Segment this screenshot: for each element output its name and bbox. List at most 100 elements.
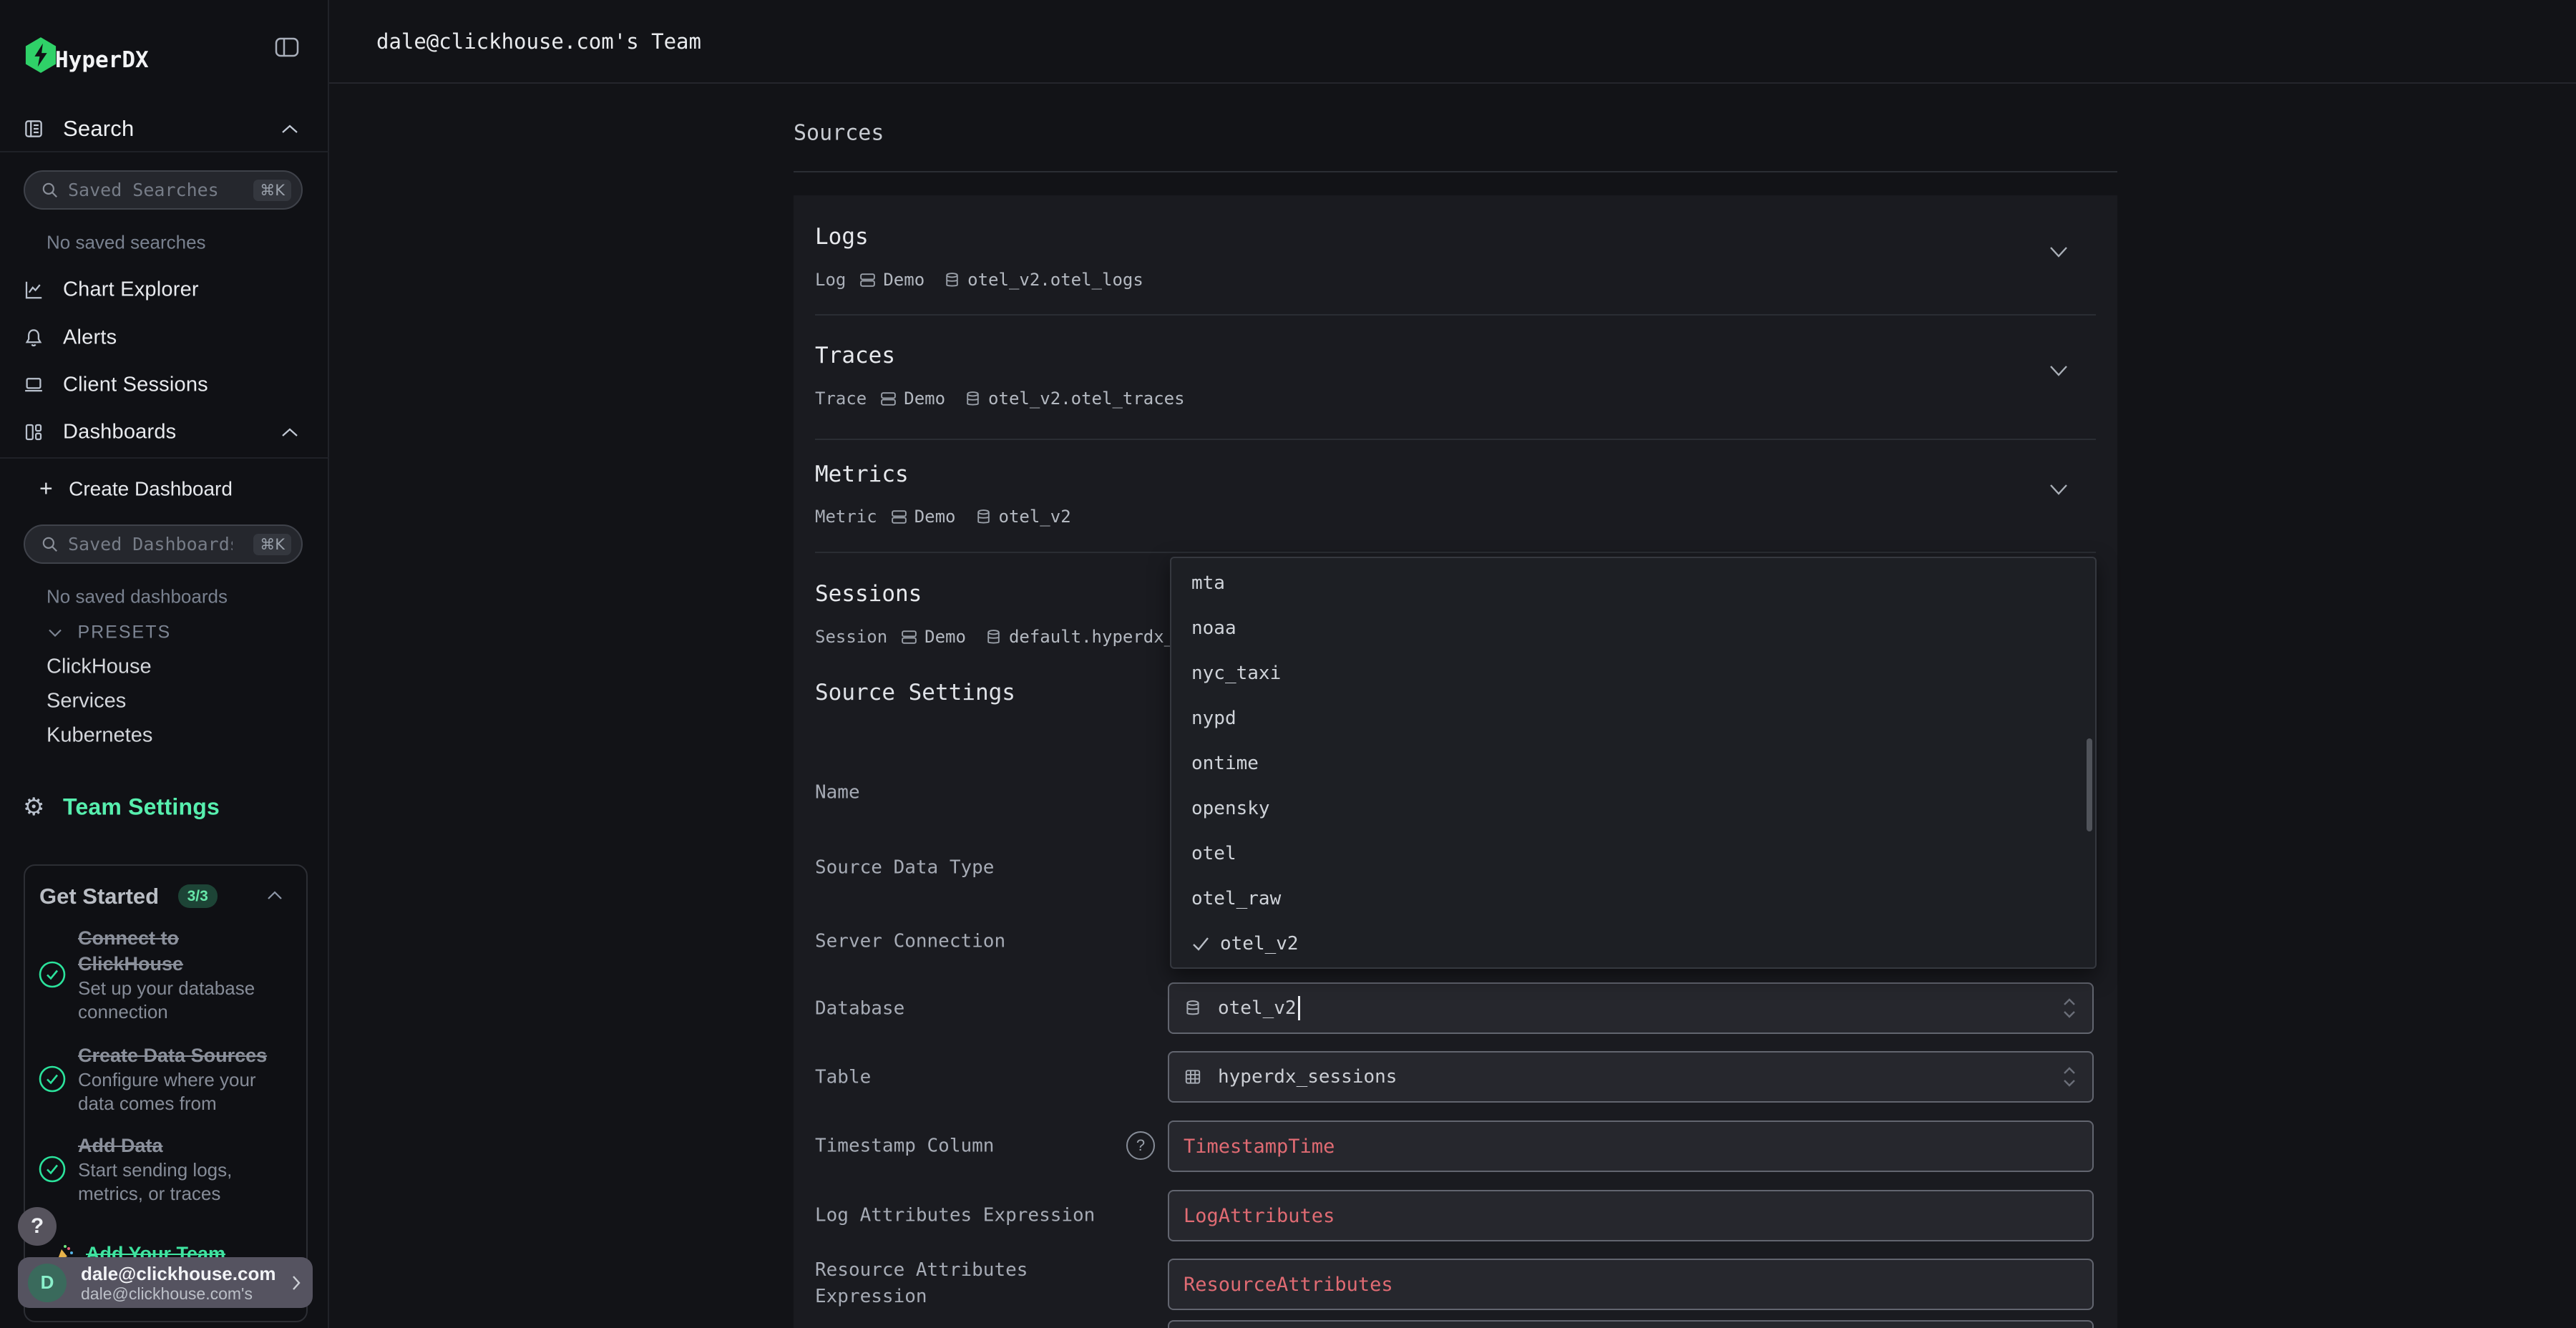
presets-label: PRESETS (77, 622, 171, 643)
source-meta-row: Metric Demo otel_v2 (815, 507, 1090, 527)
select-chevrons-icon[interactable] (2061, 1065, 2078, 1089)
table-grid-icon (1184, 1067, 1202, 1087)
dropdown-option[interactable]: opensky (1191, 798, 1270, 819)
source-kind: Trace (815, 389, 867, 409)
source-section-title-logs: Logs (815, 224, 869, 250)
create-dashboard-button[interactable]: + Create Dashboard (39, 476, 233, 502)
team-settings-label: Team Settings (63, 794, 220, 821)
chevron-down-icon[interactable] (2048, 245, 2069, 259)
dropdown-option[interactable]: nypd (1191, 708, 1236, 729)
select-chevrons-icon[interactable] (2061, 996, 2078, 1020)
saved-dashboards-input[interactable] (67, 533, 234, 555)
get-started-item-desc: Start sending logs, metrics, or traces (78, 1159, 232, 1204)
source-kind: Metric (815, 507, 877, 527)
dropdown-option[interactable]: mta (1191, 572, 1225, 594)
chevron-up-icon[interactable] (280, 426, 299, 438)
dropdown-option-selected[interactable]: otel_v2 (1191, 933, 1299, 954)
divider (815, 552, 2096, 553)
source-section-title-sessions: Sessions (815, 581, 922, 607)
chevron-up-icon[interactable] (266, 890, 283, 901)
source-table: otel_v2.otel_traces (988, 389, 1185, 409)
source-meta-row: Session Demo default.hyperdx_sessions (815, 627, 1170, 647)
check-icon (1191, 936, 1210, 952)
sidebar-collapse-icon[interactable] (275, 37, 299, 57)
rows-icon (900, 628, 918, 646)
database-value: otel_v2 (1218, 997, 1297, 1019)
dropdown-option[interactable]: nyc_taxi (1191, 663, 1281, 684)
database-icon (964, 390, 982, 408)
sidebar-item-dashboards[interactable]: Dashboards (0, 412, 328, 452)
search-icon (41, 535, 59, 554)
chevron-down-icon[interactable] (2048, 482, 2069, 497)
database-icon (975, 508, 992, 526)
sidebar-item-kubernetes[interactable]: Kubernetes (47, 724, 152, 748)
get-started-header[interactable]: Get Started 3/3 (39, 884, 218, 909)
sidebar: HyperDX Search (0, 0, 329, 1328)
bell-icon (23, 327, 44, 348)
field-label-name: Name (815, 780, 860, 806)
laptop-icon (23, 374, 44, 396)
saved-searches-input[interactable] (67, 179, 234, 201)
divider (815, 439, 2096, 440)
get-started-item-desc: Set up your database connection (78, 977, 255, 1022)
source-table: default.hyperdx_sessions (1009, 627, 1170, 647)
database-dropdown: mta noaa nyc_taxi nypd ontime opensky ot… (1170, 557, 2097, 969)
dropdown-scrollbar[interactable] (2087, 738, 2092, 831)
field-label-database: Database (815, 996, 904, 1022)
database-icon (985, 628, 1002, 646)
question-icon[interactable]: ? (1126, 1131, 1155, 1160)
page-title: Sources (794, 121, 884, 146)
sidebar-item-client-sessions[interactable]: Client Sessions (0, 365, 328, 405)
sidebar-item-alerts[interactable]: Alerts (0, 318, 328, 358)
source-table: otel_v2.otel_logs (967, 270, 1143, 290)
chevron-down-icon[interactable] (2048, 363, 2069, 378)
sidebar-item-chart-explorer[interactable]: Chart Explorer (0, 270, 328, 310)
search-icon (41, 181, 59, 200)
sidebar-item-team-settings[interactable]: ⚙ Team Settings (0, 787, 328, 827)
dropdown-option[interactable]: ontime (1191, 753, 1259, 774)
hyperdx-logo-icon (24, 37, 57, 73)
divider (0, 457, 329, 459)
get-started-item[interactable]: Connect to ClickHouse Set up your databa… (38, 925, 296, 1024)
dashboards-icon (23, 421, 44, 443)
user-email: dale@clickhouse.com (81, 1263, 275, 1284)
top-bar: dale@clickhouse.com's Team (329, 0, 2576, 84)
source-connection: Demo (883, 270, 924, 290)
dropdown-option[interactable]: otel (1191, 843, 1236, 864)
app-title: HyperDX (55, 47, 149, 73)
sidebar-item-search[interactable]: Search (0, 109, 328, 149)
help-label: ? (31, 1214, 44, 1239)
plus-icon: + (39, 476, 53, 502)
chevron-right-icon (291, 1274, 301, 1292)
log-attributes-value: LogAttributes (1184, 1205, 1335, 1227)
sidebar-item-services[interactable]: Services (47, 690, 126, 713)
source-kind: Session (815, 627, 887, 647)
sidebar-item-clickhouse[interactable]: ClickHouse (47, 655, 152, 679)
shortcut-badge: ⌘K (253, 534, 291, 555)
timestamp-column-value: TimestampTime (1184, 1136, 1335, 1158)
saved-searches-search[interactable]: ⌘K (24, 170, 303, 210)
get-started-item[interactable]: Add Data Start sending logs, metrics, or… (38, 1133, 296, 1206)
next-field-partial[interactable] (1168, 1320, 2094, 1328)
table-select[interactable]: hyperdx_sessions (1168, 1051, 2094, 1103)
user-menu[interactable]: D dale@clickhouse.com dale@clickhouse.co… (18, 1257, 313, 1308)
field-label-server-connection: Server Connection (815, 929, 1005, 955)
presets-toggle[interactable]: PRESETS (47, 622, 171, 643)
dropdown-option[interactable]: noaa (1191, 617, 1236, 639)
sidebar-item-label: Dashboards (63, 421, 176, 444)
sidebar-item-label: Chart Explorer (63, 278, 199, 302)
resource-attributes-input[interactable]: ResourceAttributes (1168, 1259, 2094, 1310)
log-attributes-input[interactable]: LogAttributes (1168, 1190, 2094, 1241)
get-started-item[interactable]: Create Data Sources Configure where your… (38, 1043, 296, 1115)
check-circle-icon (38, 960, 67, 989)
timestamp-column-input[interactable]: TimestampTime (1168, 1120, 2094, 1172)
rows-icon (879, 390, 897, 408)
get-started-item-desc: Configure where your data comes from (78, 1069, 256, 1114)
dropdown-option[interactable]: otel_raw (1191, 888, 1281, 909)
database-select[interactable]: otel_v2 (1168, 982, 2094, 1034)
saved-dashboards-search[interactable]: ⌘K (24, 524, 303, 564)
chevron-up-icon[interactable] (280, 123, 299, 135)
help-button[interactable]: ? (18, 1207, 57, 1246)
progress-badge: 3/3 (178, 884, 218, 908)
source-settings-title: Source Settings (815, 680, 1015, 706)
